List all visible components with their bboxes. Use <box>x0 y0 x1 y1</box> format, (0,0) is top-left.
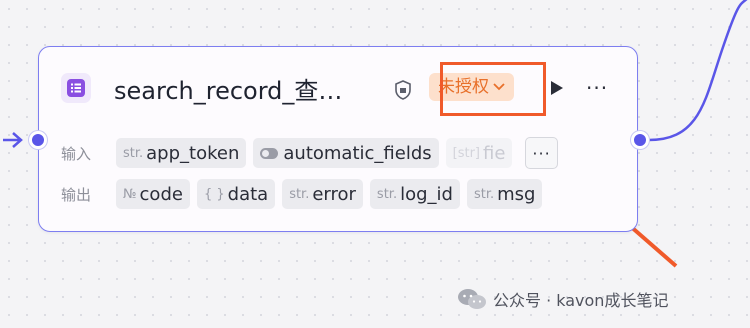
output-port[interactable] <box>631 131 649 149</box>
more-options-icon[interactable]: ··· <box>586 78 608 98</box>
more-inputs-button[interactable]: ··· <box>525 137 558 169</box>
node-title: search_record_查… <box>114 77 343 105</box>
outputs-row: 输出 № code { } data str. error str. log_i… <box>61 179 543 209</box>
input-param-chip[interactable]: automatic_fields <box>253 138 439 168</box>
output-param-chip[interactable]: str. error <box>282 179 363 209</box>
outputs-label: 输出 <box>61 185 92 204</box>
param-name: data <box>227 183 269 205</box>
param-name: log_id <box>400 183 453 205</box>
output-param-chip[interactable]: { } data <box>196 179 276 209</box>
connection-line <box>648 0 748 142</box>
watermark-text: 公众号 · kavon成长笔记 <box>493 291 669 310</box>
plugin-node-card[interactable]: search_record_查… 未授权 输入 str. app_token a… <box>38 46 638 232</box>
wechat-icon <box>458 289 486 309</box>
play-icon[interactable] <box>550 80 564 96</box>
param-type: str. <box>123 145 144 161</box>
input-port[interactable] <box>29 131 47 149</box>
watermark: 公众号 · kavon成长笔记 <box>457 287 668 311</box>
output-param-chip[interactable]: str. msg <box>466 179 543 209</box>
param-type: { } <box>203 186 225 202</box>
param-type: str. <box>473 186 495 202</box>
output-param-chip[interactable]: № code <box>116 179 190 209</box>
inputs-label: 输入 <box>61 144 92 163</box>
shield-icon[interactable] <box>395 80 411 100</box>
param-name: fie <box>482 142 506 164</box>
output-param-chip[interactable]: str. log_id <box>369 179 460 209</box>
inputs-row: 输入 str. app_token automatic_fields [str]… <box>61 137 558 169</box>
param-type: str. <box>376 186 398 202</box>
toggle-icon <box>260 147 279 159</box>
arrow-right-icon <box>3 132 23 148</box>
param-name: app_token <box>146 142 240 164</box>
input-param-chip[interactable]: [str] fie <box>445 138 513 168</box>
table-icon <box>61 73 91 103</box>
annotation-highlight-box <box>440 62 546 116</box>
param-name: error <box>312 183 356 205</box>
param-type: str. <box>289 186 310 202</box>
param-name: msg <box>497 183 536 205</box>
input-param-chip[interactable]: str. app_token <box>116 138 247 168</box>
param-type: [str] <box>452 145 480 161</box>
param-name: code <box>139 183 183 205</box>
param-name: automatic_fields <box>283 142 432 164</box>
param-type: № <box>123 186 137 202</box>
